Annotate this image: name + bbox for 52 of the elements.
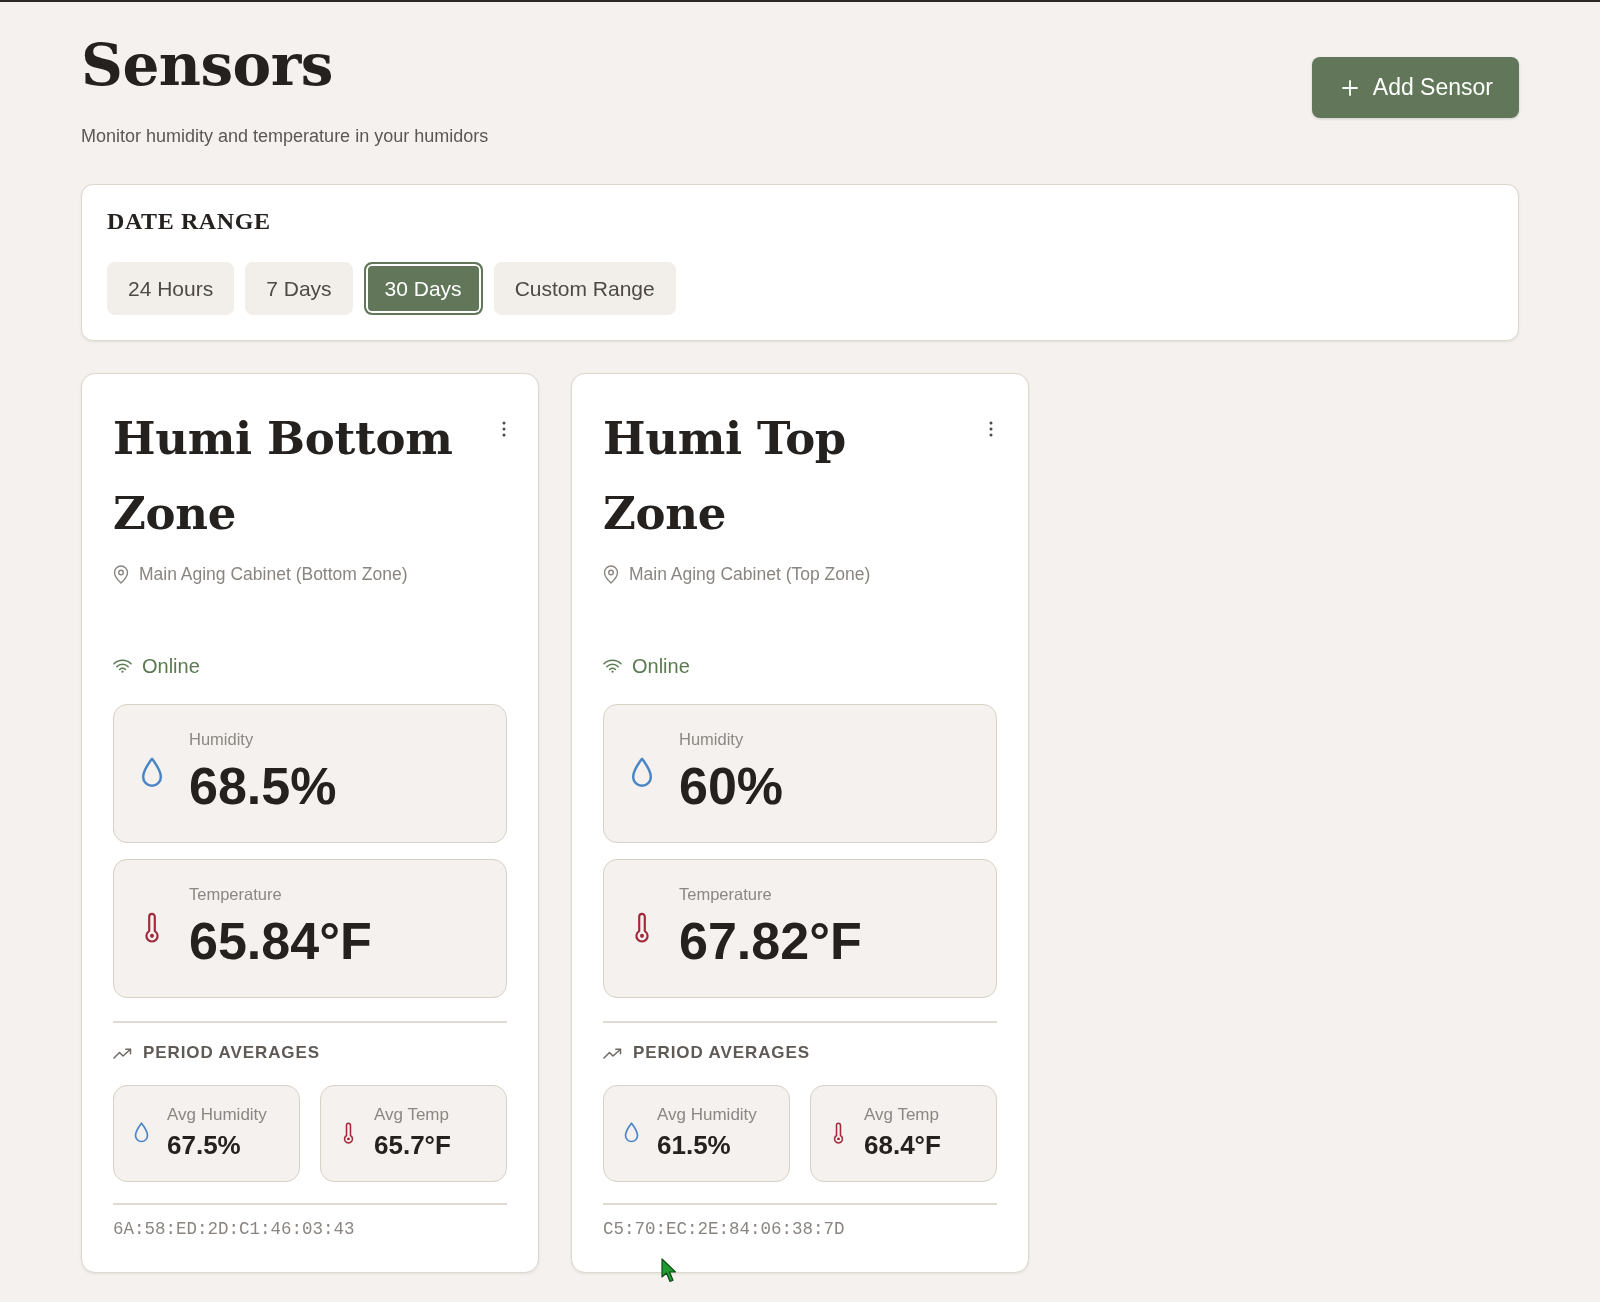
period-averages-heading: PERIOD AVERAGES bbox=[143, 1042, 320, 1064]
period-averages-heading: PERIOD AVERAGES bbox=[633, 1042, 810, 1064]
trending-up-icon bbox=[113, 1047, 132, 1059]
average-value: 68.4°F bbox=[864, 1129, 941, 1161]
sensor-name: Humi Top Zone bbox=[603, 411, 847, 542]
thermometer-icon bbox=[144, 911, 160, 943]
thermometer-icon bbox=[343, 1121, 354, 1144]
thermometer-icon bbox=[634, 911, 650, 943]
trending-up-icon bbox=[603, 1047, 622, 1059]
map-pin-icon bbox=[113, 564, 129, 584]
reading-label: Humidity bbox=[679, 729, 745, 750]
sensor-name: Humi Bottom Zone bbox=[113, 411, 454, 542]
average-value: 67.5% bbox=[167, 1129, 242, 1161]
add-sensor-button[interactable]: Add Sensor bbox=[1311, 57, 1519, 118]
connection-status: Online bbox=[632, 654, 690, 678]
mouse-pointer-icon bbox=[661, 1258, 677, 1283]
water-drop-icon bbox=[141, 756, 163, 788]
plus-icon bbox=[1341, 79, 1358, 96]
mac-address: C5:70:EC:2E:84:06:38:7D bbox=[603, 1218, 846, 1241]
average-label: Avg Humidity bbox=[167, 1104, 267, 1126]
kebab-menu-icon bbox=[989, 421, 994, 437]
connection-status: Online bbox=[142, 654, 200, 678]
mac-address: 6A:58:ED:2D:C1:46:03:43 bbox=[113, 1218, 356, 1241]
kebab-menu-icon bbox=[501, 421, 506, 437]
reading-value: 65.84°F bbox=[189, 911, 372, 971]
sensor-location: Main Aging Cabinet (Bottom Zone) bbox=[139, 563, 408, 586]
reading-label: Temperature bbox=[679, 884, 773, 905]
average-value: 61.5% bbox=[657, 1129, 732, 1161]
water-drop-icon bbox=[134, 1122, 149, 1143]
reading-value: 67.82°F bbox=[679, 911, 862, 971]
map-pin-icon bbox=[603, 564, 619, 584]
thermometer-icon bbox=[833, 1121, 844, 1144]
page-subtitle: Monitor humidity and temperature in your humidors bbox=[81, 125, 489, 148]
average-label: Avg Temp bbox=[864, 1104, 940, 1126]
date-range-option[interactable]: Custom Range bbox=[493, 262, 676, 315]
reading-label: Humidity bbox=[189, 729, 255, 750]
reading-label: Temperature bbox=[189, 884, 283, 905]
average-label: Avg Humidity bbox=[657, 1104, 757, 1126]
water-drop-icon bbox=[631, 756, 653, 788]
reading-value: 60% bbox=[679, 756, 784, 816]
wifi-icon bbox=[113, 659, 132, 673]
average-value: 65.7°F bbox=[374, 1129, 451, 1161]
sensor-location: Main Aging Cabinet (Top Zone) bbox=[629, 563, 871, 586]
wifi-icon bbox=[603, 659, 622, 673]
water-drop-icon bbox=[624, 1122, 639, 1143]
date-range-title: DATE RANGE bbox=[107, 207, 272, 235]
page-title: Sensors bbox=[81, 30, 334, 100]
date-range-option[interactable]: 30 Days bbox=[363, 262, 483, 315]
date-range-option[interactable]: 7 Days bbox=[245, 262, 353, 315]
date-range-option[interactable]: 24 Hours bbox=[107, 262, 235, 315]
average-label: Avg Temp bbox=[374, 1104, 450, 1126]
reading-value: 68.5% bbox=[189, 756, 337, 816]
